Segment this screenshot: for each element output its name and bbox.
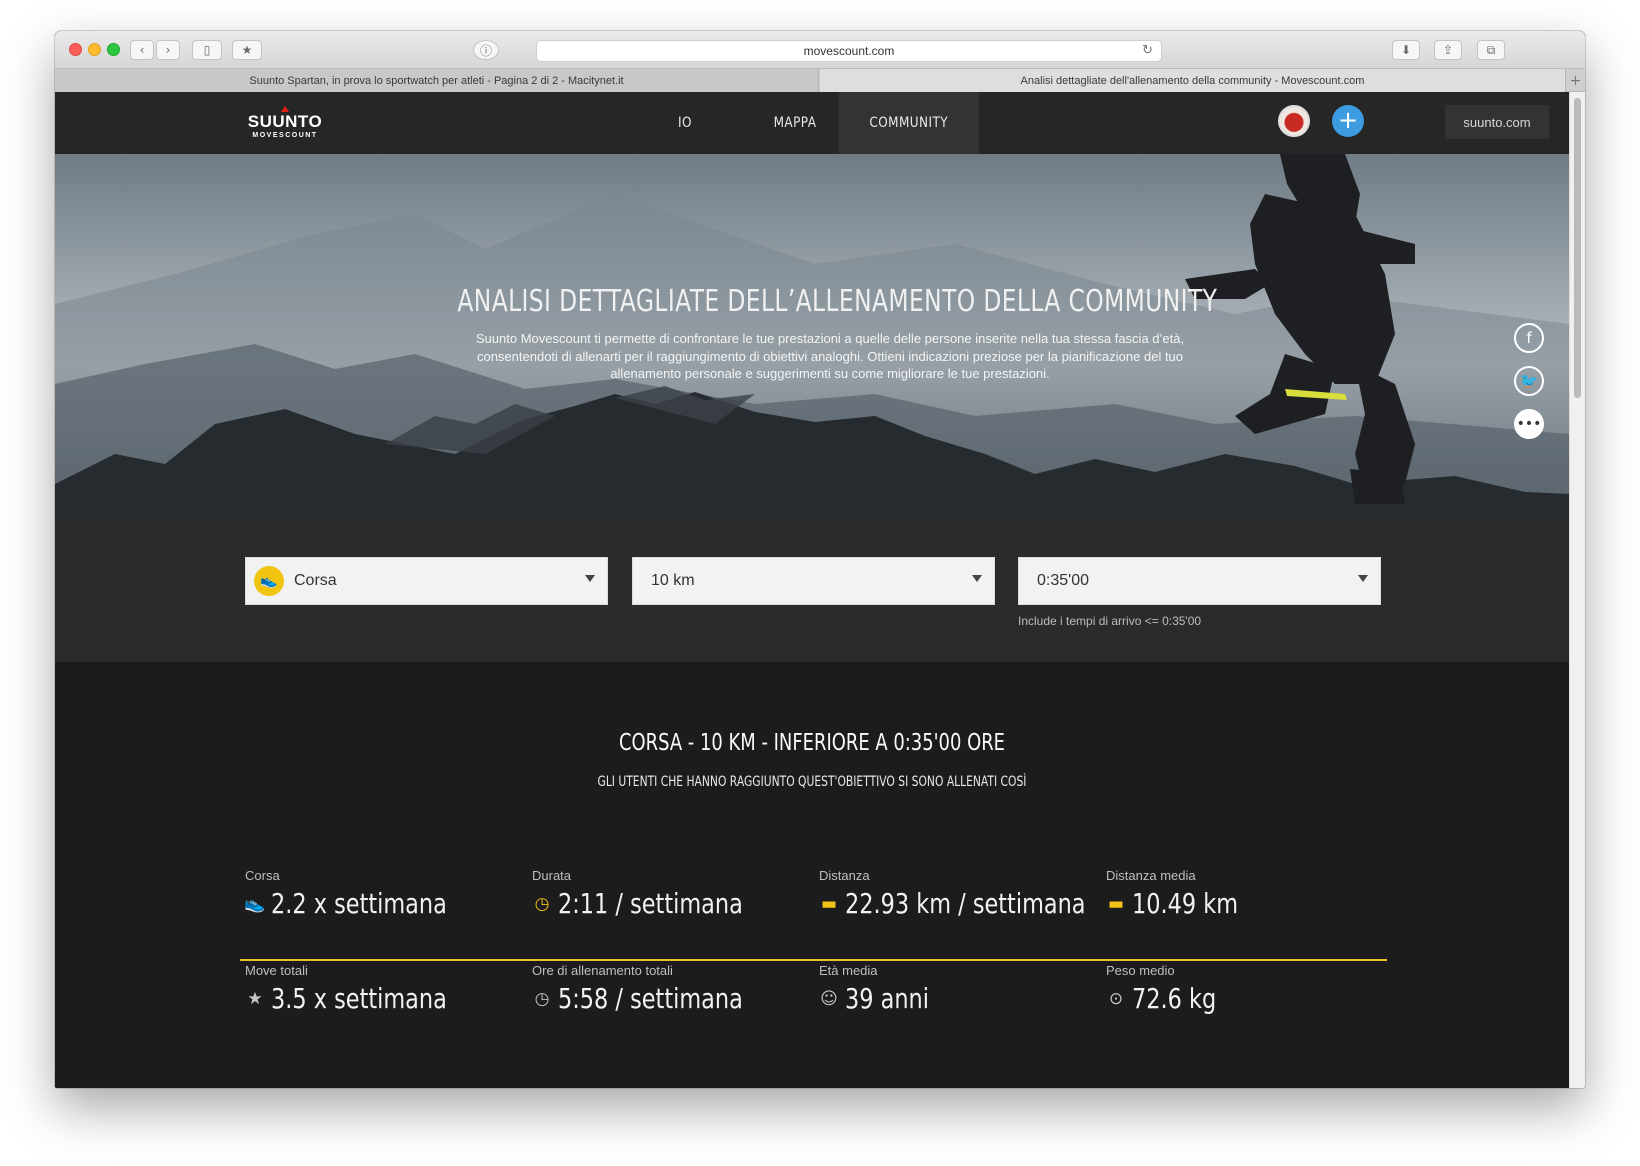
more-share-icon[interactable]: •••	[1514, 409, 1544, 439]
forward-icon[interactable]: ›	[156, 40, 180, 60]
download-icon[interactable]: ⬇	[1392, 40, 1420, 60]
age-icon: ☺	[820, 988, 838, 1009]
stat-durata: Durata ◷ 2:11 / settimana	[532, 868, 789, 920]
close-window-button[interactable]	[69, 43, 82, 56]
browser-titlebar: ‹ › ▯ ★ ⓘ movescount.com ↻ ⬇ ⇪ ⧉	[55, 31, 1585, 69]
stat-move-totali: Move totali ★ 3.5 x settimana	[245, 963, 491, 1015]
stat-value: 10.49 km	[1132, 887, 1239, 920]
address-bar[interactable]: movescount.com ↻	[536, 40, 1162, 62]
bookmarks-icon[interactable]: ★	[232, 40, 262, 60]
nav-item-mappa[interactable]: MAPPA	[761, 92, 830, 154]
stat-label: Distanza	[819, 868, 870, 883]
stat-label: Move totali	[245, 963, 308, 978]
stats-divider	[240, 959, 1387, 961]
sport-select[interactable]: 👟 Corsa	[245, 557, 608, 605]
stat-label: Peso medio	[1106, 963, 1175, 978]
nav-item-community-label: COMMUNITY	[869, 115, 949, 131]
share-icon[interactable]: ⇪	[1434, 40, 1462, 60]
tab-movescount[interactable]: Analisi dettagliate dell'allenamento del…	[820, 69, 1565, 92]
stat-label: Corsa	[245, 868, 280, 883]
zoom-window-button[interactable]	[107, 43, 120, 56]
time-select[interactable]: 0:35'00	[1018, 557, 1381, 605]
hero-title: ANALISI DETTAGLIATE DELL’ALLENAMENTO DEL…	[457, 284, 1218, 319]
url-text: movescount.com	[803, 44, 895, 58]
time-filter-note: Include i tempi di arrivo <= 0:35'00	[1018, 614, 1202, 628]
results-title: CORSA - 10 KM - INFERIORE A 0:35'00 ORE	[618, 730, 1006, 756]
stat-value: 3.5 x settimana	[271, 982, 447, 1015]
sidebar-icon[interactable]: ▯	[192, 40, 222, 60]
reload-icon[interactable]: ↻	[1142, 43, 1153, 58]
nav-item-io[interactable]: IO	[668, 92, 702, 154]
browser-window: ‹ › ▯ ★ ⓘ movescount.com ↻ ⬇ ⇪ ⧉ Suunto …	[55, 31, 1585, 1088]
stat-label: Ore di allenamento totali	[532, 963, 673, 978]
minimize-window-button[interactable]	[88, 43, 101, 56]
time-select-value: 0:35'00	[1037, 572, 1089, 589]
suunto-com-link[interactable]: suunto.com	[1445, 105, 1549, 139]
twitter-share-icon[interactable]: 🐦	[1514, 366, 1544, 396]
star-icon: ★	[247, 988, 263, 1009]
stat-value: 2.2 x settimana	[271, 887, 447, 920]
stat-peso-medio: Peso medio ⊙ 72.6 kg	[1106, 963, 1237, 1015]
scrollbar-thumb[interactable]	[1574, 98, 1581, 398]
page-scrollbar[interactable]	[1569, 92, 1585, 1088]
stopwatch-icon: ◷	[534, 893, 550, 914]
ruler-icon: ▬	[1107, 893, 1125, 914]
suunto-logo[interactable]: SUUNTO MOVESCOUNT	[245, 106, 325, 141]
back-icon[interactable]: ‹	[130, 40, 154, 60]
running-shoe-icon: 👟	[244, 893, 266, 914]
add-move-button[interactable]: +	[1332, 105, 1364, 137]
nav-item-community[interactable]: COMMUNITY	[839, 92, 979, 154]
stat-eta-media: Età media ☺ 39 anni	[819, 963, 950, 1015]
stat-value: 72.6 kg	[1132, 982, 1217, 1015]
stat-distanza: Distanza ▬ 22.93 km / settimana	[819, 868, 1146, 920]
stat-label: Distanza media	[1106, 868, 1196, 883]
hero-description: Suunto Movescount ti permette di confron…	[475, 331, 1185, 381]
ruler-icon: ▬	[820, 893, 838, 914]
chevron-down-icon	[585, 575, 595, 582]
running-shoe-icon: 👟	[254, 566, 284, 596]
stat-value: 5:58 / settimana	[558, 982, 743, 1015]
results-section: CORSA - 10 KM - INFERIORE A 0:35'00 ORE …	[55, 662, 1569, 1088]
distance-select-value: 10 km	[651, 572, 695, 589]
stat-distanza-media: Distanza media ▬ 10.49 km	[1106, 868, 1265, 920]
new-tab-icon[interactable]: +	[1565, 69, 1585, 92]
hero-banner: ANALISI DETTAGLIATE DELL’ALLENAMENTO DEL…	[55, 154, 1569, 522]
movescount-page: SUUNTO MOVESCOUNT IO MAPPA COMMUNITY + s…	[55, 92, 1569, 1088]
logo-main-text: SUUNTO	[247, 112, 323, 131]
stat-value: 39 anni	[845, 982, 929, 1015]
distance-select[interactable]: 10 km	[632, 557, 995, 605]
stat-corsa: Corsa 👟 2.2 x settimana	[244, 868, 491, 920]
stat-label: Età media	[819, 963, 878, 978]
chevron-down-icon	[1358, 575, 1368, 582]
stat-label: Durata	[532, 868, 572, 883]
filter-panel: 👟 Corsa 10 km 0:35'00 Include i tempi di…	[55, 522, 1569, 662]
weight-icon: ⊙	[1108, 988, 1124, 1009]
privacy-info-icon[interactable]: ⓘ	[473, 40, 499, 60]
top-nav: SUUNTO MOVESCOUNT IO MAPPA COMMUNITY + s…	[55, 92, 1569, 154]
tab-macitynet[interactable]: Suunto Spartan, in prova lo sportwatch p…	[55, 69, 819, 92]
stat-value: 22.93 km / settimana	[845, 887, 1086, 920]
tab-bar: Suunto Spartan, in prova lo sportwatch p…	[55, 69, 1585, 92]
logo-sub-text: MOVESCOUNT	[252, 132, 318, 139]
tabs-overview-icon[interactable]: ⧉	[1477, 40, 1505, 60]
avatar[interactable]	[1278, 105, 1310, 137]
results-subtitle: GLI UTENTI CHE HANNO RAGGIUNTO QUEST'OBI…	[597, 774, 1027, 790]
chevron-down-icon	[972, 575, 982, 582]
tab-label: Analisi dettagliate dell'allenamento del…	[1020, 74, 1365, 87]
sport-select-value: Corsa	[294, 572, 337, 589]
stat-value: 2:11 / settimana	[558, 887, 743, 920]
facebook-share-icon[interactable]: f	[1514, 323, 1544, 353]
stat-ore-allenamento: Ore di allenamento totali ◷ 5:58 / settim…	[532, 963, 789, 1015]
tab-label: Suunto Spartan, in prova lo sportwatch p…	[249, 74, 624, 87]
stopwatch-icon: ◷	[534, 988, 550, 1009]
